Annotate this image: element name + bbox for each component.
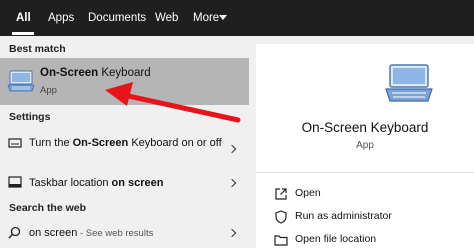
tab-documents[interactable]: Documents [88,0,146,36]
results-panel: Best match On-Screen Keyboard App Settin… [0,36,249,248]
tab-all[interactable]: All [16,0,31,36]
open-icon [275,188,287,200]
chevron-right-icon[interactable] [227,144,237,154]
app-title: On-Screen Keyboard [301,120,429,135]
settings-icon [8,138,22,148]
active-tab-indicator [12,32,34,35]
tab-web[interactable]: Web [155,0,178,36]
tab-more[interactable]: More [193,0,219,36]
keyboard-app-icon [7,70,35,92]
chevron-right-icon[interactable] [227,178,237,188]
action-label: Run as administrator [295,210,392,222]
app-type: App [356,140,374,151]
search-web-header: Search the web [9,202,87,214]
panel-divider [249,36,256,248]
shield-icon [275,210,287,224]
folder-icon [274,235,288,246]
best-match-title: On-Screen Keyboard [40,67,151,79]
web-search-result[interactable]: on screen - See web results [0,224,249,242]
chevron-down-icon[interactable] [219,15,227,20]
best-match-header: Best match [9,43,66,55]
settings-item-taskbar-location[interactable]: Taskbar location on screen [0,174,249,192]
divider [256,172,474,173]
keyboard-app-icon [385,64,433,102]
settings-item-label: Taskbar location on screen [29,177,164,189]
settings-item-onscreen-keyboard[interactable]: Turn the On-Screen Keyboard on or off [0,134,249,166]
web-search-label: on screen - See web results [29,227,154,239]
tab-apps[interactable]: Apps [48,0,74,36]
action-label: Open file location [295,233,377,245]
action-label: Open [295,187,321,199]
app-details-panel: On-Screen Keyboard App Open Run as admin… [256,44,474,248]
taskbar-icon [8,176,22,188]
chevron-right-icon[interactable] [227,228,237,238]
settings-header: Settings [9,111,51,123]
settings-item-label: Turn the On-Screen Keyboard on or off [29,137,222,149]
search-scope-tabs: All Apps Documents Web More [0,0,474,36]
best-match-type: App [40,85,57,96]
best-match-result[interactable]: On-Screen Keyboard App [0,58,249,105]
search-icon [8,226,21,239]
